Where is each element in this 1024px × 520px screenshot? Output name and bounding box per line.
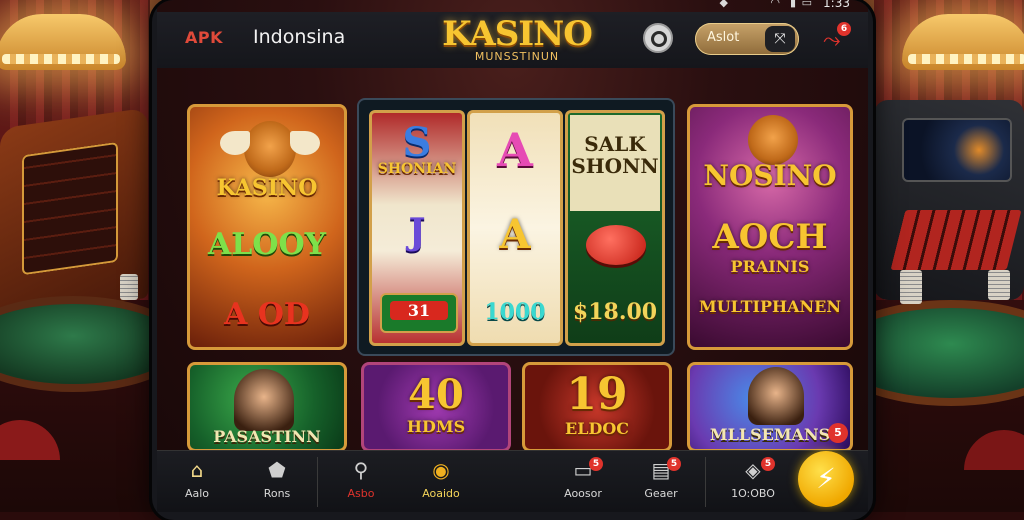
account-button[interactable]: Aslot ⤧: [695, 23, 799, 55]
home-icon: ⌂: [190, 458, 204, 482]
slot-machine-reels[interactable]: S SHONIAN J 31 A A 1000 SALK SHONN $18.0…: [357, 98, 675, 356]
game-card-19[interactable]: 19 ELDOC: [522, 362, 672, 452]
bar-stool: [0, 420, 60, 460]
nav-label: 1O:OBO: [731, 487, 775, 500]
brand-logo: KASINO MUNSSTINUN: [437, 16, 597, 63]
reel-symbol: 1000: [484, 299, 546, 325]
nav-label: Rons: [263, 487, 291, 500]
fox-mascot: [748, 115, 798, 165]
player-portrait: [748, 367, 804, 425]
reel-symbol: SALK SHONN: [571, 132, 659, 178]
card-line: PRAINIS: [730, 257, 810, 276]
region-label: Indonsina: [253, 26, 346, 48]
nav-badge: 5: [761, 457, 775, 471]
card-title: PASASTINN: [213, 427, 321, 446]
lightning-icon: ⚡: [816, 462, 836, 495]
reel-symbol: A: [497, 123, 533, 177]
card-title: KASINO: [216, 175, 318, 201]
game-card-40[interactable]: 40 HDMS: [361, 362, 511, 452]
nav-item-home[interactable]: ⌂ Aalo: [167, 457, 227, 500]
nav-label: Asbo: [347, 487, 375, 500]
nav-item-aoosor[interactable]: ▭ 5 Aoosor: [553, 457, 613, 500]
nav-label: Aalo: [184, 487, 210, 500]
nav-badge: 5: [667, 457, 681, 471]
nav-item-asbo[interactable]: ⚲ Asbo: [331, 457, 391, 500]
nav-label: Aoosor: [564, 487, 602, 500]
quick-play-button[interactable]: ⚡: [798, 451, 854, 507]
reel: SALK SHONN $18.00: [565, 110, 665, 346]
nav-divider: [705, 457, 706, 507]
reel-symbol: A: [499, 211, 531, 258]
card-line: A OD: [224, 297, 310, 332]
card-caption: HDMS: [406, 417, 466, 436]
apk-logo[interactable]: APK: [185, 28, 223, 47]
cast-icon: ◆: [719, 0, 728, 9]
nav-label: Aoaido: [422, 487, 460, 500]
wing-left: [220, 131, 250, 155]
fox-mascot: [244, 121, 296, 177]
ceiling-lamp-left: [0, 0, 126, 70]
chip-stack: [900, 270, 922, 304]
game-card-kasino[interactable]: KASINO ALOOY A OD: [187, 104, 347, 350]
reel-symbol: S: [402, 119, 432, 166]
wifi-icon: ◠: [770, 0, 780, 9]
apk-logo-text: APK: [185, 28, 224, 47]
search-icon: ⚲: [353, 458, 369, 482]
shield-icon: ⬟: [268, 458, 286, 482]
phone-frame: ◆ ◠ ▮ ▭ 1:33 APK Indonsina KASINO MUNSST…: [152, 0, 873, 520]
nav-divider: [317, 457, 318, 507]
reel-symbol: J: [408, 211, 426, 253]
nav-badge: 5: [589, 457, 603, 471]
app-header: APK Indonsina KASINO MUNSSTINUN Aslot ⤧ …: [157, 12, 868, 68]
card-title: MLLSEMANS: [709, 425, 831, 444]
reel-symbol: $18.00: [572, 299, 658, 325]
notification-badge: 6: [837, 22, 851, 36]
account-label: Aslot: [707, 30, 740, 45]
bar-stool: [964, 430, 1024, 470]
card-line: MULTIPHANEN: [698, 297, 841, 316]
app-screen: ◆ ◠ ▮ ▭ 1:33 APK Indonsina KASINO MUNSST…: [157, 0, 868, 512]
reel-symbol: 31: [390, 301, 448, 320]
red-button-symbol: [586, 225, 646, 265]
reel: S SHONIAN J 31: [369, 110, 465, 346]
nav-item-aoaido[interactable]: ◉ Aoaido: [411, 457, 471, 500]
reel: A A 1000: [467, 110, 563, 346]
game-card-mllsemans[interactable]: MLLSEMANS 5: [687, 362, 853, 452]
share-button[interactable]: ⤳ 6: [823, 22, 851, 53]
reel-tile: 31: [380, 293, 458, 333]
record-button[interactable]: [643, 23, 673, 53]
battery-icon: ▭: [801, 0, 812, 9]
chip-stack: [120, 274, 138, 300]
nav-item-gift[interactable]: ◈ 5 1O:OBO: [723, 457, 783, 500]
brand-title: KASINO: [442, 14, 593, 54]
card-line: AOCH: [712, 217, 828, 257]
wallet-icon: ⤧: [765, 26, 795, 52]
ceiling-lamp-right: [902, 0, 1024, 70]
clock: 1:33: [823, 0, 850, 10]
bottom-nav: ⌂ Aalo ⬟ Rons ⚲ Asbo ◉ Aoaido ▭ 5 Aoosor: [157, 450, 868, 512]
message-icon: ▤: [651, 458, 671, 482]
signal-icon: ▮: [789, 0, 796, 9]
card-badge: 5: [828, 423, 848, 443]
nav-item-rons[interactable]: ⬟ Rons: [247, 457, 307, 500]
game-card-pasastinn[interactable]: PASASTINN: [187, 362, 347, 452]
nav-item-geaer[interactable]: ▤ 5 Geaer: [631, 457, 691, 500]
card-line: ALOOY: [207, 227, 327, 262]
nav-label: Geaer: [644, 487, 678, 500]
reel-label: SHONIAN: [377, 161, 457, 177]
game-card-nosino[interactable]: NOSINO AOCH PRAINIS MULTIPHANEN: [687, 104, 853, 350]
chip-stack: [988, 270, 1010, 300]
card-number: 40: [408, 371, 464, 418]
player-portrait: [234, 369, 294, 431]
wing-right: [290, 131, 320, 155]
chat-icon: ▭: [573, 458, 593, 482]
card-caption: ELDOC: [565, 419, 629, 438]
chip-icon: ◉: [432, 458, 450, 482]
card-title: NOSINO: [703, 159, 837, 192]
card-number: 19: [566, 369, 628, 420]
